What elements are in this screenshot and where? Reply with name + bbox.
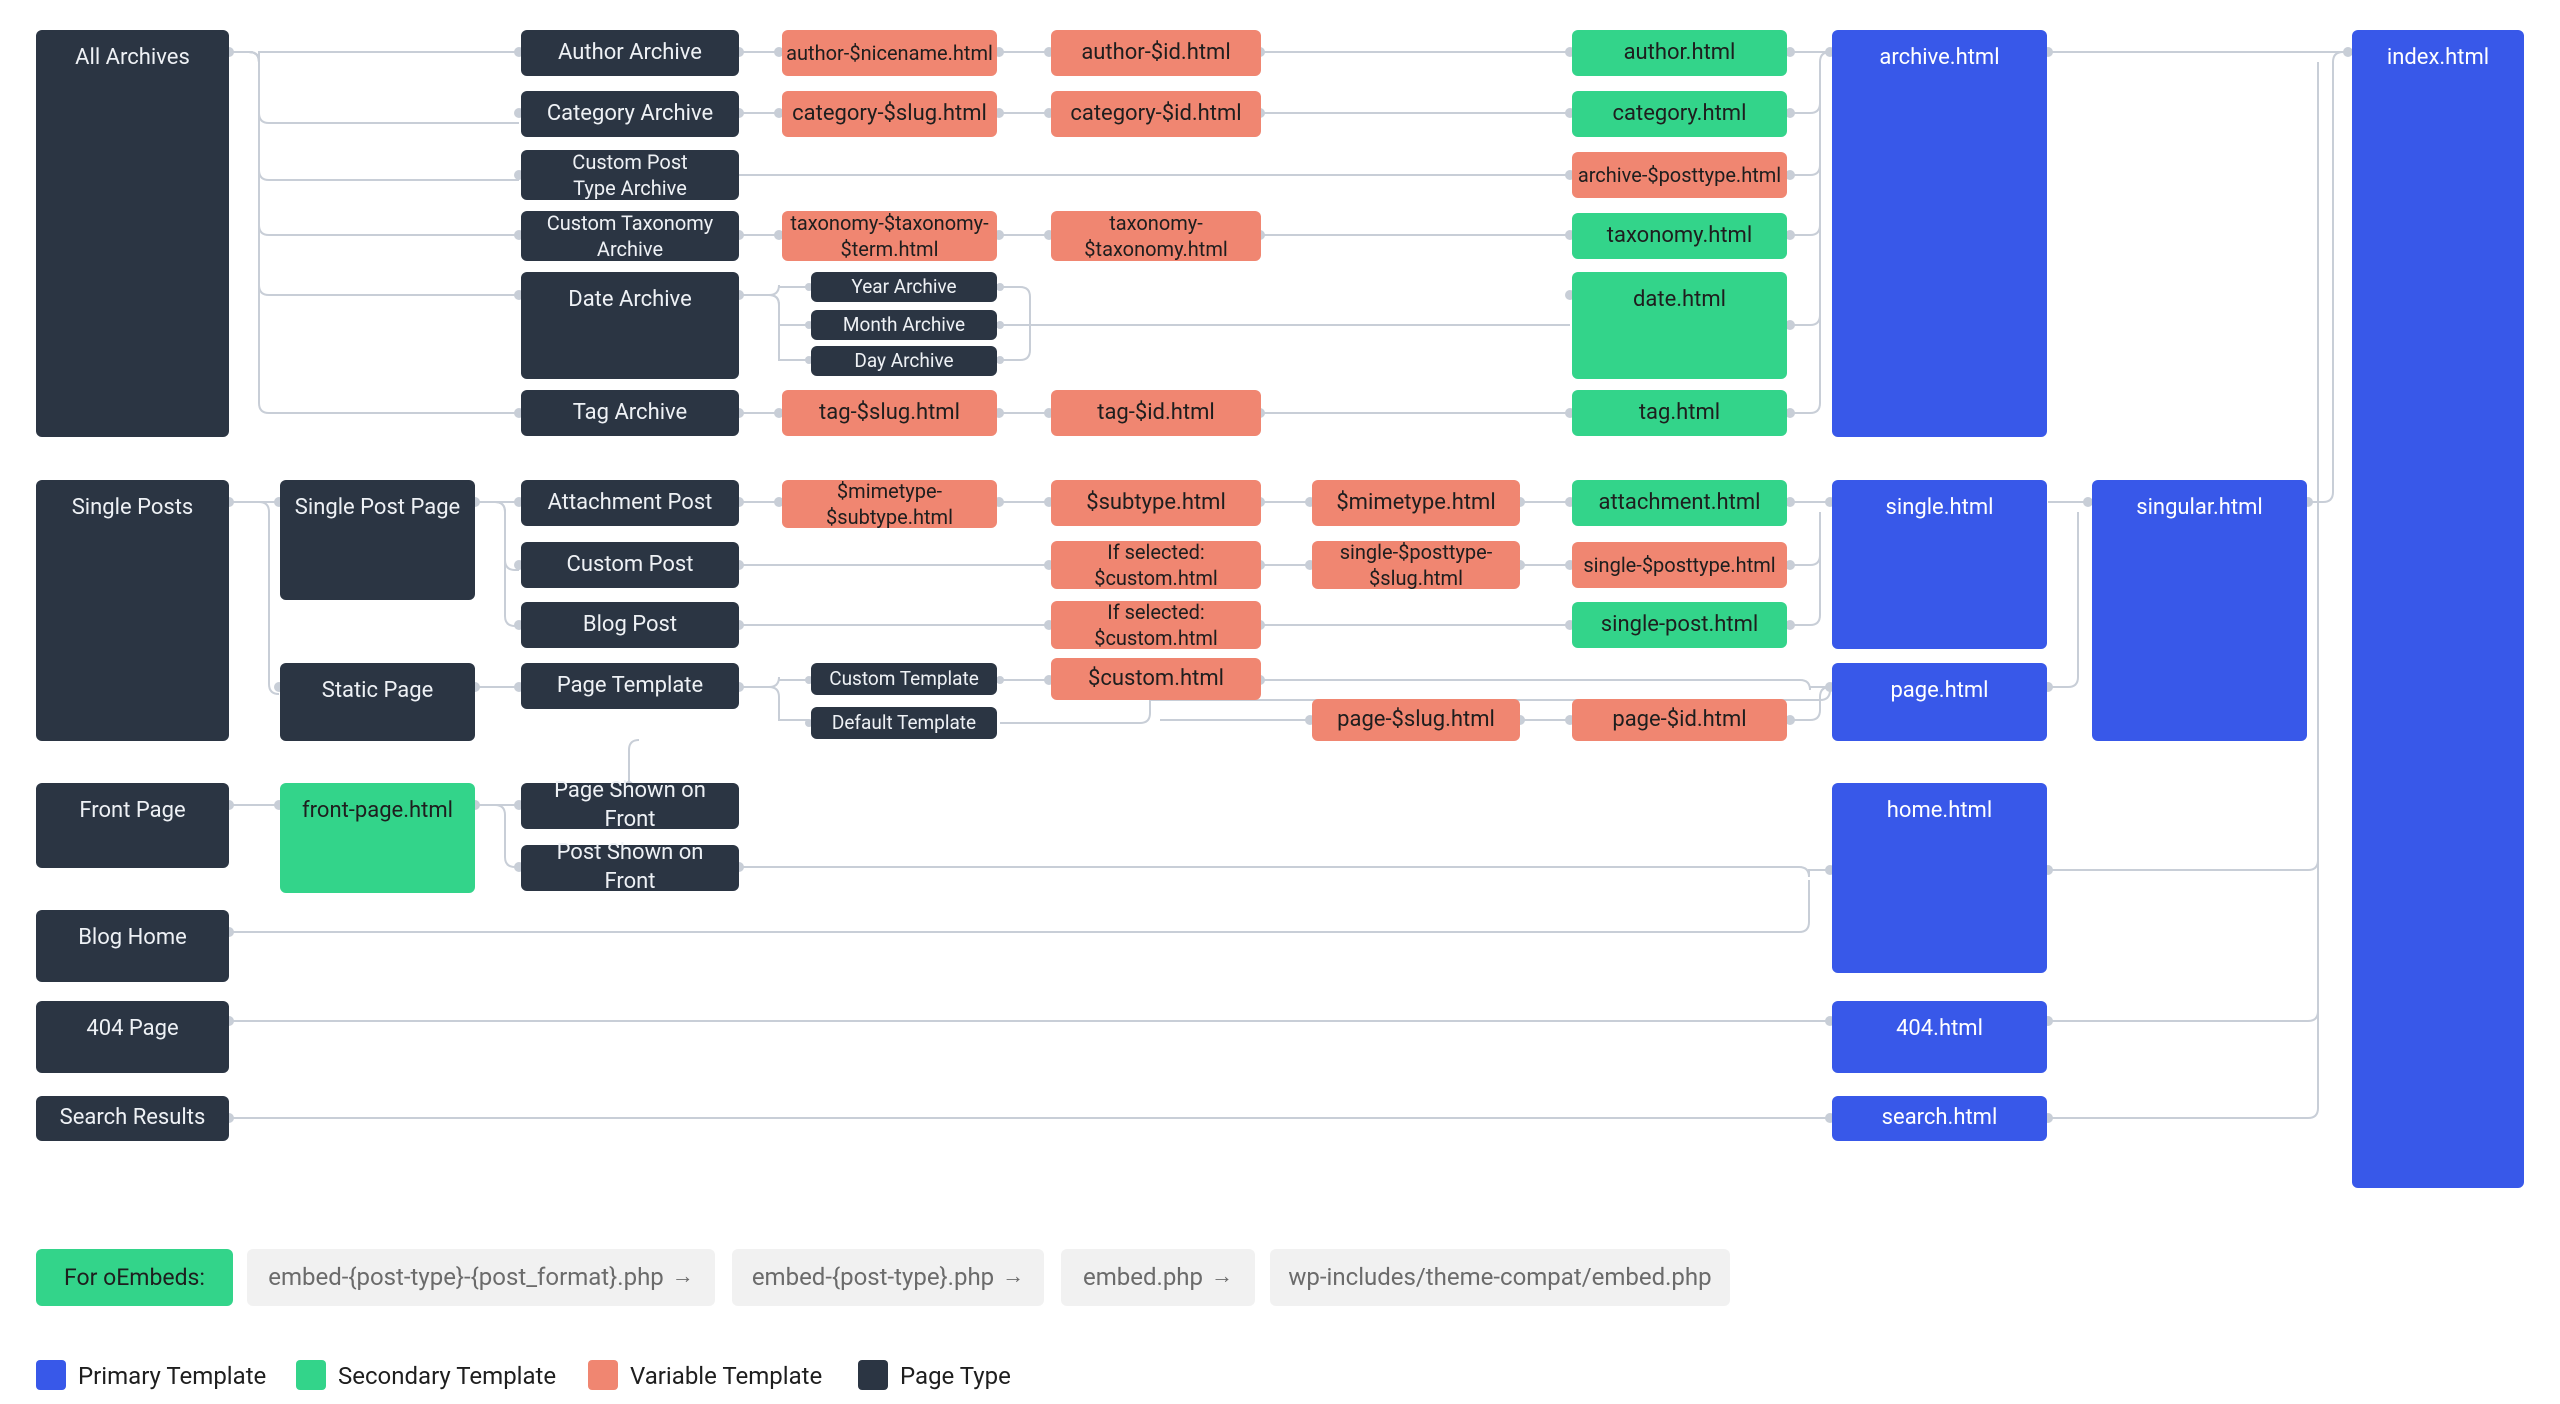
static-page: Static Page <box>280 663 475 741</box>
single-posts: Single Posts <box>36 480 229 741</box>
taxonomy-taxonomy-html: taxonomy- $taxonomy.html <box>1051 211 1261 261</box>
custom-post: Custom Post <box>521 542 739 588</box>
single-posttype-html: single-$posttype.html <box>1572 542 1787 588</box>
default-template: Default Template <box>811 707 997 739</box>
front-page: Front Page <box>36 783 229 868</box>
arrow-icon: → <box>672 1263 694 1292</box>
custom-html: $custom.html <box>1051 658 1261 700</box>
index-html: index.html <box>2352 30 2524 1188</box>
legend-variable-label: Variable Template <box>630 1362 822 1390</box>
legend-variable-swatch <box>588 1360 618 1390</box>
mimetype-subtype-html: $mimetype- $subtype.html <box>782 480 997 528</box>
author-id-html: author-$id.html <box>1051 30 1261 76</box>
404-page: 404 Page <box>36 1001 229 1073</box>
author-html: author.html <box>1572 30 1787 76</box>
category-slug-html: category-$slug.html <box>782 91 997 137</box>
legend-secondary-swatch <box>296 1360 326 1390</box>
attachment-html: attachment.html <box>1572 480 1787 526</box>
search-results: Search Results <box>36 1096 229 1141</box>
embed-posttype: embed-{post-type}.php → <box>732 1249 1044 1306</box>
page-template: Page Template <box>521 663 739 709</box>
arrow-icon: → <box>1211 1263 1233 1292</box>
legend-primary-label: Primary Template <box>78 1362 266 1390</box>
post-shown-on-front: Post Shown on Front <box>521 845 739 891</box>
subtype-html: $subtype.html <box>1051 480 1261 526</box>
legend-pagetype-label: Page Type <box>900 1362 1011 1390</box>
legend-pagetype-swatch <box>858 1360 888 1390</box>
search-html: search.html <box>1832 1096 2047 1141</box>
custom-taxonomy-archive: Custom Taxonomy Archive <box>521 211 739 261</box>
blog-post: Blog Post <box>521 602 739 648</box>
category-id-html: category-$id.html <box>1051 91 1261 137</box>
embed-theme-compat: wp-includes/theme-compat/embed.php <box>1270 1249 1730 1306</box>
tag-html: tag.html <box>1572 390 1787 436</box>
day-archive: Day Archive <box>811 346 997 376</box>
page-id-html: page-$id.html <box>1572 699 1787 741</box>
category-archive: Category Archive <box>521 91 739 137</box>
embed-text-2: embed-{post-type}.php <box>752 1262 994 1293</box>
blog-home: Blog Home <box>36 910 229 982</box>
year-archive: Year Archive <box>811 272 997 302</box>
singular-html: singular.html <box>2092 480 2307 741</box>
single-posttype-slug-html: single-$posttype- $slug.html <box>1312 541 1520 589</box>
tag-slug-html: tag-$slug.html <box>782 390 997 436</box>
archive-html: archive.html <box>1832 30 2047 437</box>
page-shown-on-front: Page Shown on Front <box>521 783 739 829</box>
author-archive: Author Archive <box>521 30 739 76</box>
date-html: date.html <box>1572 272 1787 379</box>
month-archive: Month Archive <box>811 310 997 340</box>
author-nicename-html: author-$nicename.html <box>782 30 997 76</box>
arrow-icon: → <box>1002 1263 1024 1292</box>
oembeds-label: For oEmbeds: <box>36 1249 233 1306</box>
custom-post-type-archive: Custom Post Type Archive <box>521 150 739 200</box>
embed-text-3: embed.php <box>1083 1262 1203 1293</box>
page-slug-html: page-$slug.html <box>1312 699 1520 741</box>
date-archive: Date Archive <box>521 272 739 379</box>
if-selected-custom-2: If selected: $custom.html <box>1051 601 1261 649</box>
single-html: single.html <box>1832 480 2047 649</box>
tag-id-html: tag-$id.html <box>1051 390 1261 436</box>
tag-archive: Tag Archive <box>521 390 739 436</box>
404-html: 404.html <box>1832 1001 2047 1073</box>
taxonomy-html: taxonomy.html <box>1572 213 1787 259</box>
single-post-html: single-post.html <box>1572 602 1787 648</box>
page-html: page.html <box>1832 663 2047 741</box>
legend-primary-swatch <box>36 1360 66 1390</box>
front-page-html: front-page.html <box>280 783 475 893</box>
home-html: home.html <box>1832 783 2047 973</box>
embed-php: embed.php → <box>1061 1249 1255 1306</box>
taxonomy-term-html: taxonomy-$taxonomy- $term.html <box>782 211 997 261</box>
embed-text-1: embed-{post-type}-{post_format}.php <box>268 1262 664 1293</box>
embed-posttype-postformat: embed-{post-type}-{post_format}.php → <box>247 1249 715 1306</box>
archive-posttype-html: archive-$posttype.html <box>1572 152 1787 198</box>
all-archives: All Archives <box>36 30 229 437</box>
mimetype-html: $mimetype.html <box>1312 480 1520 526</box>
category-html: category.html <box>1572 91 1787 137</box>
legend-secondary-label: Secondary Template <box>338 1362 556 1390</box>
custom-template: Custom Template <box>811 663 997 695</box>
attachment-post: Attachment Post <box>521 480 739 526</box>
if-selected-custom-1: If selected: $custom.html <box>1051 541 1261 589</box>
single-post-page: Single Post Page <box>280 480 475 600</box>
